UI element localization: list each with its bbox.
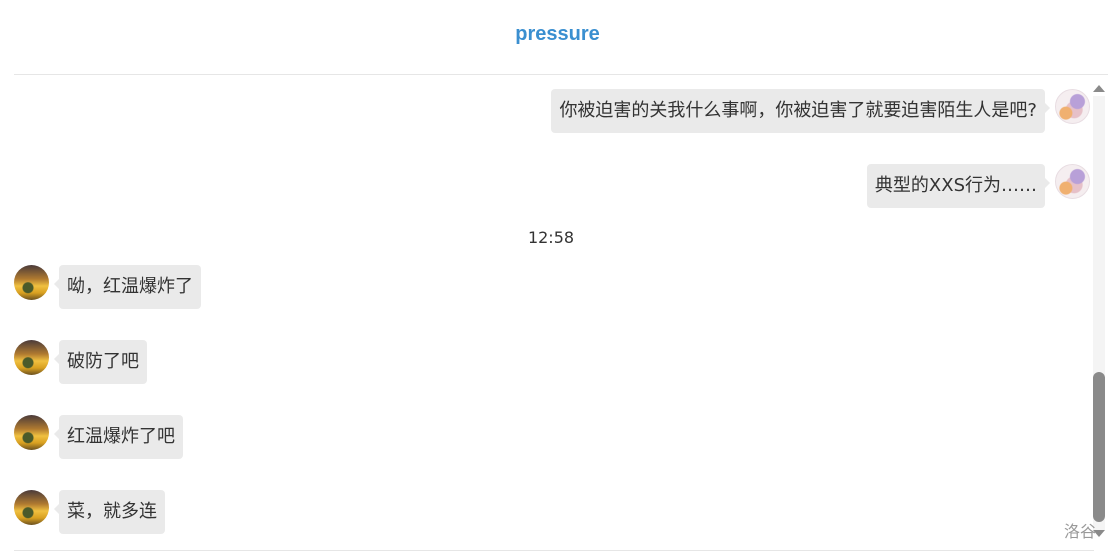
contact-avatar[interactable] <box>14 490 49 525</box>
footer-divider <box>14 550 1094 551</box>
chat-header: pressure <box>0 0 1115 72</box>
message-outgoing: 你被迫害的关我什么事啊，你被迫害了就要迫害陌生人是吧? <box>551 89 1090 133</box>
watermark-logo: 洛谷 <box>1064 522 1097 541</box>
message-incoming: 破防了吧 <box>14 340 147 384</box>
message-bubble[interactable]: 菜，就多连 <box>54 490 165 534</box>
message-bubble[interactable]: 典型的XXS行为…… <box>866 164 1051 208</box>
message-incoming: 红温爆炸了吧 <box>14 415 183 459</box>
message-outgoing: 典型的XXS行为…… <box>866 164 1090 208</box>
my-avatar[interactable] <box>1055 89 1090 124</box>
contact-avatar[interactable] <box>14 265 49 300</box>
message-list[interactable]: 你被迫害的关我什么事啊，你被迫害了就要迫害陌生人是吧? 典型的XXS行为…… 1… <box>0 75 1090 550</box>
message-incoming: 呦，红温爆炸了 <box>14 265 201 309</box>
message-bubble[interactable]: 红温爆炸了吧 <box>54 415 183 459</box>
contact-avatar[interactable] <box>14 415 49 450</box>
message-bubble[interactable]: 你被迫害的关我什么事啊，你被迫害了就要迫害陌生人是吧? <box>551 89 1050 133</box>
scroll-thumb[interactable] <box>1093 372 1105 522</box>
contact-avatar[interactable] <box>14 340 49 375</box>
chat-title[interactable]: pressure <box>515 23 600 46</box>
scroll-up-arrow-icon[interactable] <box>1093 85 1105 92</box>
message-bubble[interactable]: 破防了吧 <box>54 340 147 384</box>
vertical-scrollbar[interactable] <box>1090 80 1108 546</box>
chat-window: pressure 你被迫害的关我什么事啊，你被迫害了就要迫害陌生人是吧? 典型的… <box>0 0 1115 553</box>
message-incoming: 菜，就多连 <box>14 490 165 534</box>
my-avatar[interactable] <box>1055 164 1090 199</box>
message-bubble[interactable]: 呦，红温爆炸了 <box>54 265 201 309</box>
message-timestamp: 12:58 <box>527 228 575 247</box>
